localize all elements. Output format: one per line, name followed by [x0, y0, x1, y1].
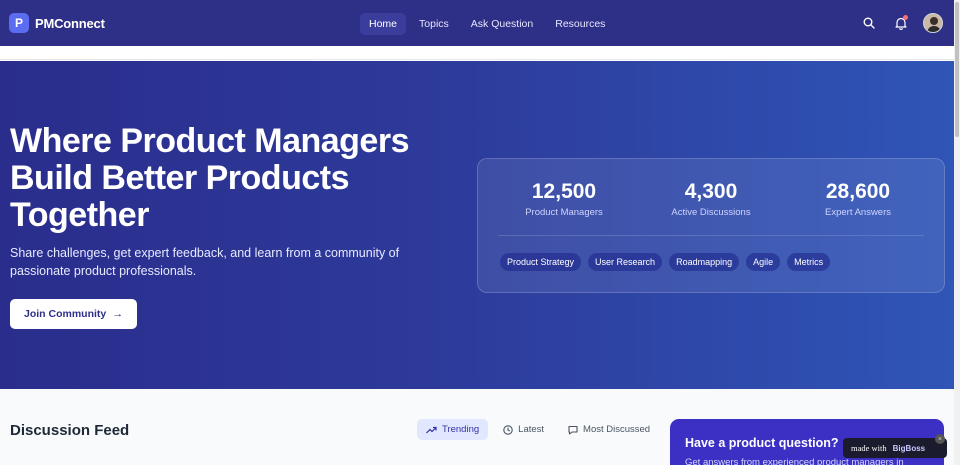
brand-name: PMConnect — [35, 15, 105, 31]
question-card-subtitle: Get answers from experienced product man… — [685, 457, 904, 465]
join-community-label: Join Community — [24, 308, 107, 320]
nav-link-resources[interactable]: Resources — [546, 13, 614, 35]
stat-value: 4,300 — [684, 180, 738, 203]
tab-label: Most Discussed — [583, 424, 651, 435]
nav-icons — [848, 12, 944, 34]
nav-links: Home Topics Ask Question Resources — [360, 13, 618, 35]
stat-value: 28,600 — [825, 180, 891, 203]
notification-dot — [903, 15, 908, 20]
made-with-badge[interactable]: made with BigBoss × — [843, 434, 947, 458]
tag-product-strategy[interactable]: Product Strategy — [500, 253, 582, 271]
hero-section: Where Product Managers Build Better Prod… — [0, 61, 954, 389]
tag-user-research[interactable]: User Research — [588, 253, 663, 271]
feed-filter-tabs: Trending Latest Most Discussed — [417, 419, 665, 440]
feed-title: Discussion Feed — [10, 422, 130, 439]
top-navbar: P PMConnect Home Topics Ask Question Res… — [0, 0, 954, 46]
hero-title: Where Product Managers Build Better Prod… — [10, 122, 409, 234]
nav-link-topics[interactable]: Topics — [410, 13, 458, 35]
bell-icon[interactable] — [890, 12, 912, 34]
brand[interactable]: P PMConnect — [9, 13, 105, 33]
trending-up-icon — [426, 426, 437, 433]
clock-icon — [503, 424, 513, 435]
chat-bubble-icon — [568, 425, 578, 435]
stat-value: 12,500 — [531, 180, 597, 203]
tag-roadmapping[interactable]: Roadmapping — [669, 253, 740, 271]
brand-logo: P — [9, 13, 29, 33]
user-avatar-button[interactable] — [922, 12, 944, 34]
tag-agile[interactable]: Agile — [746, 253, 781, 271]
page-scrollbar[interactable] — [954, 0, 960, 465]
tab-label: Latest — [518, 424, 545, 435]
avatar — [923, 13, 943, 33]
stat-label: Active Discussions — [671, 207, 751, 218]
scrollbar-thumb[interactable] — [955, 2, 959, 137]
tag-metrics[interactable]: Metrics — [787, 253, 831, 271]
stats-divider — [498, 235, 924, 236]
nav-spacer — [0, 46, 954, 60]
nav-link-ask-question[interactable]: Ask Question — [462, 13, 542, 35]
question-card-title: Have a product question? — [685, 436, 839, 450]
join-community-button[interactable]: Join Community → — [10, 299, 138, 329]
stats-card: 12,500 Product Managers 4,300 Active Dis… — [477, 158, 945, 293]
tab-latest[interactable]: Latest — [494, 419, 553, 440]
made-with-label: made with — [851, 443, 887, 453]
stat-expert-answers: 28,600 Expert Answers — [788, 180, 928, 218]
hero-subtitle: Share challenges, get expert feedback, a… — [10, 246, 400, 278]
arrow-right-icon: → — [112, 308, 124, 320]
stat-active-discussions: 4,300 Active Discussions — [641, 180, 781, 218]
stat-product-managers: 12,500 Product Managers — [494, 180, 634, 218]
search-icon[interactable] — [858, 12, 880, 34]
feed-section: Discussion Feed Trending Latest Most Dis… — [0, 389, 954, 465]
nav-link-home[interactable]: Home — [360, 13, 407, 35]
tab-most-discussed[interactable]: Most Discussed — [559, 419, 659, 440]
stat-label: Product Managers — [525, 207, 603, 218]
badge-logo: BigBoss — [892, 443, 926, 453]
tab-label: Trending — [442, 424, 480, 435]
topic-tags: Product Strategy User Research Roadmappi… — [500, 253, 837, 271]
tab-trending[interactable]: Trending — [417, 419, 489, 440]
stat-label: Expert Answers — [825, 207, 891, 218]
close-icon[interactable]: × — [935, 434, 945, 444]
